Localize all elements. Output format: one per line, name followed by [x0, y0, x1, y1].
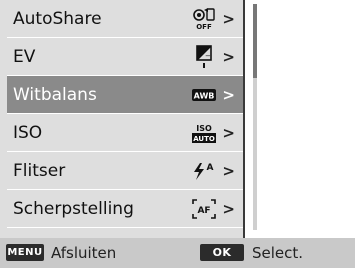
- menu-scrollbar[interactable]: [253, 4, 257, 230]
- flash-auto-icon: A: [191, 159, 217, 183]
- icon-text-flash-a: A: [207, 163, 214, 173]
- icon-text-af: AF: [197, 206, 210, 216]
- exit-label: Afsluiten: [51, 244, 117, 262]
- menu-item-autoshare[interactable]: AutoShare OFF >: [7, 0, 243, 38]
- menu-item-flitser[interactable]: Flitser A >: [7, 152, 243, 190]
- chevron-right-icon: >: [222, 86, 235, 104]
- preview-area: [259, 0, 355, 238]
- autoshare-off-icon: OFF: [191, 7, 217, 31]
- menu-item-ev[interactable]: EV − >: [7, 38, 243, 76]
- svg-text:−: −: [205, 52, 211, 60]
- iso-auto-icon: ISO AUTO: [191, 121, 217, 145]
- bottom-help-bar: MENU Afsluiten OK Select.: [0, 238, 355, 268]
- exposure-compensation-icon: −: [191, 45, 217, 69]
- chevron-right-icon: >: [222, 48, 235, 66]
- select-label: Select.: [252, 244, 304, 262]
- chevron-right-icon: >: [222, 162, 235, 180]
- chevron-right-icon: >: [222, 10, 235, 28]
- icon-text-off: OFF: [196, 23, 212, 31]
- menu-item-iso[interactable]: ISO ISO AUTO >: [7, 114, 243, 152]
- menu-button-badge[interactable]: MENU: [6, 244, 44, 261]
- icon-text-auto: AUTO: [193, 135, 215, 143]
- menu-item-witbalans[interactable]: Witbalans AWB >: [7, 76, 243, 114]
- settings-menu: AutoShare OFF > EV − > Witbalans AWB > I…: [0, 0, 245, 238]
- icon-text-awb: AWB: [194, 92, 215, 101]
- icon-text-iso: ISO: [196, 124, 212, 133]
- autofocus-icon: AF: [191, 197, 217, 221]
- chevron-right-icon: >: [222, 124, 235, 142]
- ok-button-badge[interactable]: OK: [200, 244, 244, 261]
- chevron-right-icon: >: [222, 200, 235, 218]
- white-balance-awb-icon: AWB: [191, 83, 217, 107]
- menu-item-scherpstelling[interactable]: Scherpstelling AF >: [7, 190, 243, 228]
- scrollbar-thumb[interactable]: [253, 4, 257, 78]
